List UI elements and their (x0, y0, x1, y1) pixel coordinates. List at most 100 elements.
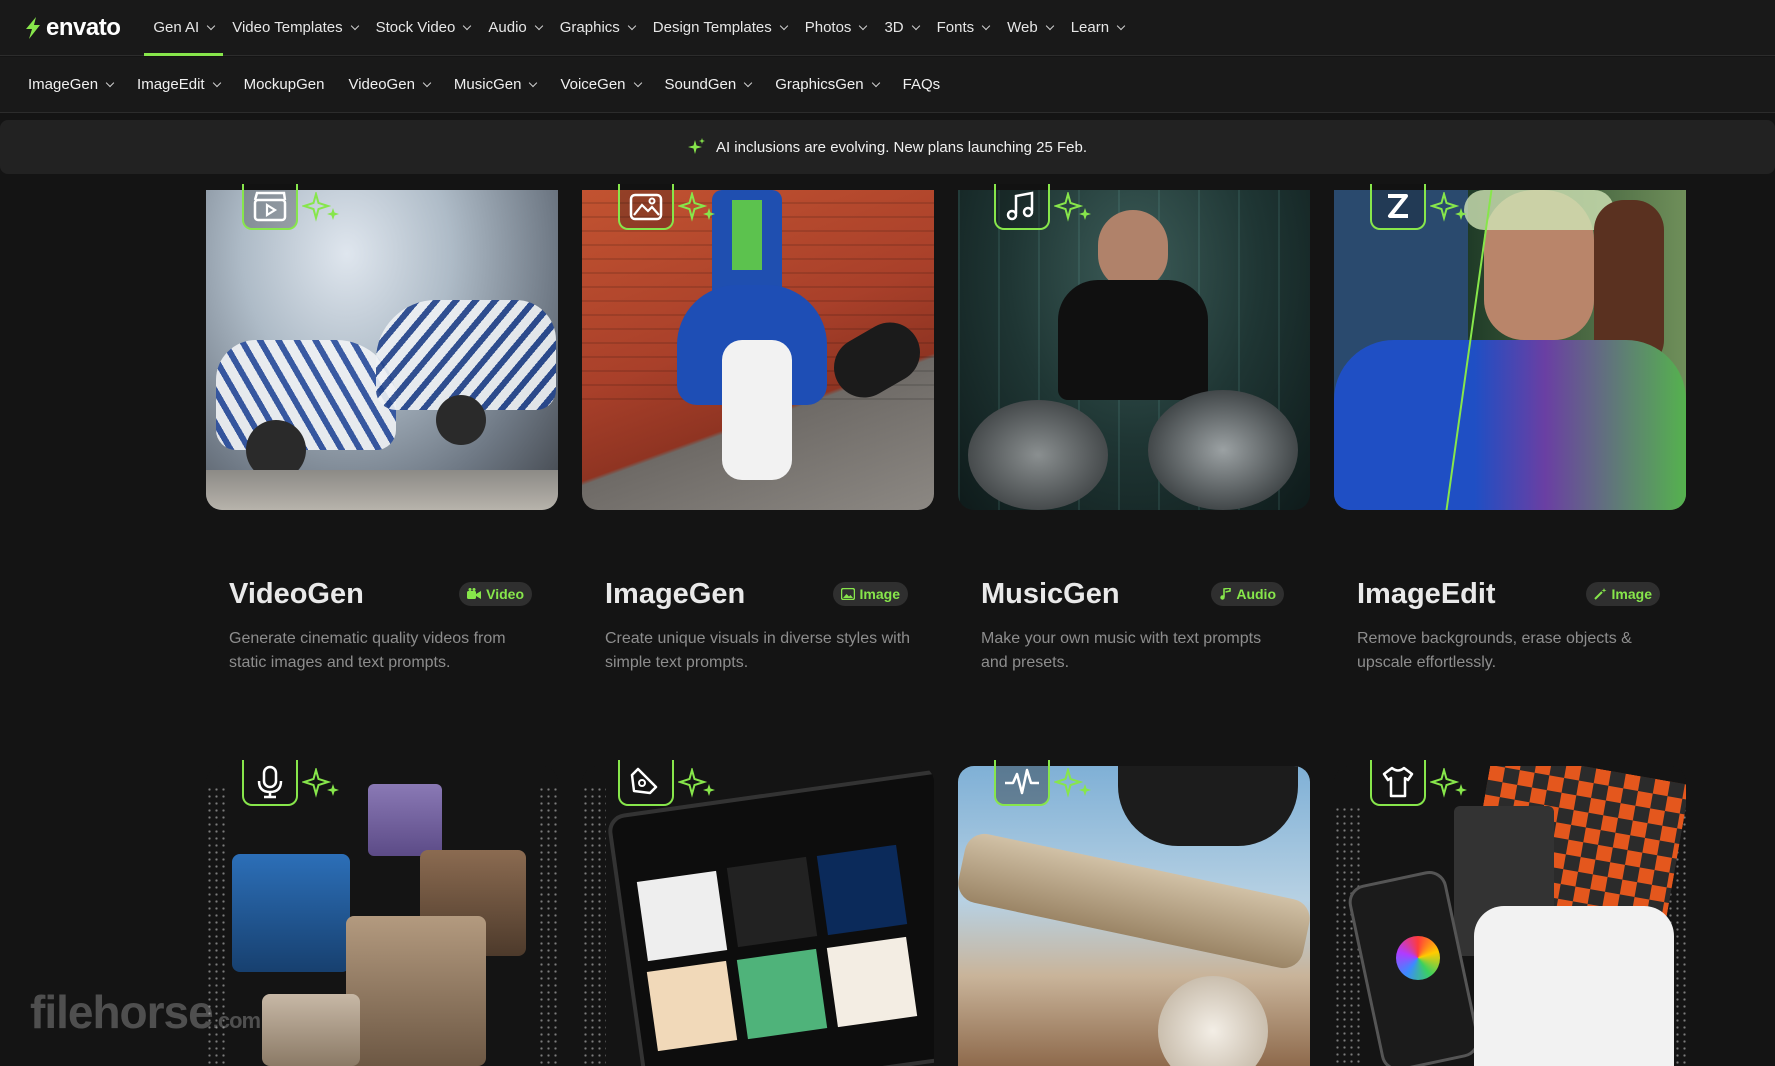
topnav-label: Web (1007, 19, 1038, 36)
musicgen-image (958, 190, 1310, 510)
subnav-imagegen[interactable]: ImageGen (16, 57, 125, 113)
logo-text: envato (46, 13, 121, 41)
sub-navigation: ImageGen ImageEdit MockupGen VideoGen Mu… (0, 57, 1775, 113)
envato-leaf-icon (26, 16, 40, 39)
subnav-label: VoiceGen (560, 76, 626, 93)
subnav-graphicsgen[interactable]: GraphicsGen (763, 57, 890, 113)
musicgen-tile (994, 184, 1050, 230)
magic-wand-icon (1388, 194, 1408, 218)
mockupgen-tile (1370, 760, 1426, 806)
sparkles-icon (1430, 192, 1467, 222)
pen-tool-icon (630, 767, 658, 795)
sparkles-icon (1054, 192, 1091, 222)
image-icon (629, 193, 663, 221)
card-description: Create unique visuals in diverse styles … (605, 630, 911, 671)
chevron-down-icon (534, 21, 543, 30)
chevron-down-icon (981, 21, 991, 30)
topnav-video-templates[interactable]: Video Templates (223, 0, 366, 56)
badge-label: Image (859, 586, 900, 602)
graphicsgen-tile (618, 760, 674, 806)
subnav-label: FAQs (902, 76, 941, 93)
chevron-down-icon (859, 21, 868, 30)
topnav-photos[interactable]: Photos (796, 0, 876, 56)
topnav-label: Learn (1070, 19, 1110, 36)
subnav-label: ImageGen (28, 76, 99, 93)
chevron-down-icon (911, 21, 920, 30)
subnav-videogen[interactable]: VideoGen (336, 57, 441, 113)
subnav-faqs[interactable]: FAQs (891, 57, 953, 113)
topnav-label: Photos (804, 19, 852, 36)
topnav-web[interactable]: Web (998, 0, 1062, 56)
topnav-learn[interactable]: Learn (1062, 0, 1133, 56)
imagegen-image (582, 190, 934, 510)
topnav-label: Video Templates (232, 19, 343, 36)
card-title: VideoGen (229, 578, 364, 610)
topnav-stock-video[interactable]: Stock Video (367, 0, 480, 56)
subnav-imageedit[interactable]: ImageEdit (125, 57, 232, 113)
topnav-graphics[interactable]: Graphics (551, 0, 644, 56)
card-description: Generate cinematic quality videos from s… (229, 630, 506, 671)
voicegen-tile (242, 760, 298, 806)
videogen-tile (242, 184, 298, 230)
topnav-3d[interactable]: 3D (875, 0, 927, 56)
chevron-down-icon (871, 78, 880, 87)
topnav-audio[interactable]: Audio (479, 0, 550, 56)
card-title: ImageGen (605, 578, 746, 610)
sparkles-icon (1430, 768, 1467, 798)
subnav-label: GraphicsGen (775, 76, 864, 93)
chevron-down-icon (105, 78, 115, 87)
sparkles-icon (302, 192, 339, 222)
soundgen-tile (994, 760, 1050, 806)
card-badge: Image (832, 582, 908, 606)
topnav-gen-ai[interactable]: Gen AI (144, 0, 224, 56)
subnav-voicegen[interactable]: VoiceGen (548, 57, 652, 113)
topnav-fonts[interactable]: Fonts (928, 0, 999, 56)
topnav-label: 3D (884, 19, 904, 36)
chevron-down-icon (206, 21, 216, 30)
sparkles-icon (302, 768, 339, 798)
chevron-down-icon (779, 21, 788, 30)
topnav-label: Graphics (559, 19, 620, 36)
top-navigation: envato Gen AI Video Templates Stock Vide… (0, 0, 1775, 56)
watermark: filehorse.com (30, 985, 261, 1039)
subnav-mockupgen[interactable]: MockupGen (232, 57, 337, 113)
subnav-label: ImageEdit (137, 76, 205, 93)
chevron-down-icon (422, 78, 432, 87)
chevron-down-icon (350, 21, 359, 30)
subnav-label: VideoGen (348, 76, 415, 93)
topnav-label: Stock Video (375, 19, 456, 36)
subnav-musicgen[interactable]: MusicGen (442, 57, 549, 113)
card-badge: Video (459, 582, 532, 606)
chevron-down-icon (743, 78, 753, 87)
subnav-soundgen[interactable]: SoundGen (653, 57, 764, 113)
card-badge: Audio (1211, 582, 1284, 606)
mockupgen-image (1334, 766, 1686, 1066)
magic-wand-icon (1593, 588, 1607, 600)
waveform-icon (1005, 768, 1039, 795)
chevron-down-icon (633, 78, 642, 87)
card-title: ImageEdit (1357, 578, 1496, 610)
chevron-down-icon (1045, 21, 1054, 30)
envato-logo[interactable]: envato (24, 13, 121, 42)
sparkles-icon (678, 768, 715, 798)
videogen-image (206, 190, 558, 510)
chevron-down-icon (1116, 21, 1126, 30)
badge-label: Image (1611, 586, 1652, 602)
chevron-down-icon (463, 21, 472, 30)
subnav-label: MockupGen (243, 76, 325, 93)
music-note-icon (1220, 588, 1232, 600)
subnav-label: MusicGen (453, 76, 522, 93)
card-description: Make your own music with text prompts an… (981, 630, 1262, 671)
card-badge: Image (1585, 582, 1660, 606)
tshirt-icon (1382, 766, 1414, 798)
video-camera-icon (467, 588, 482, 599)
video-clapper-icon (253, 191, 287, 222)
sparkles-icon (1054, 768, 1091, 798)
topnav-label: Design Templates (652, 19, 772, 36)
badge-label: Video (486, 586, 524, 602)
graphicsgen-image (582, 766, 934, 1066)
topnav-label: Audio (488, 19, 527, 36)
watermark-text: filehorse (30, 986, 214, 1038)
topnav-design-templates[interactable]: Design Templates (644, 0, 796, 56)
imagegen-tile (618, 184, 674, 230)
